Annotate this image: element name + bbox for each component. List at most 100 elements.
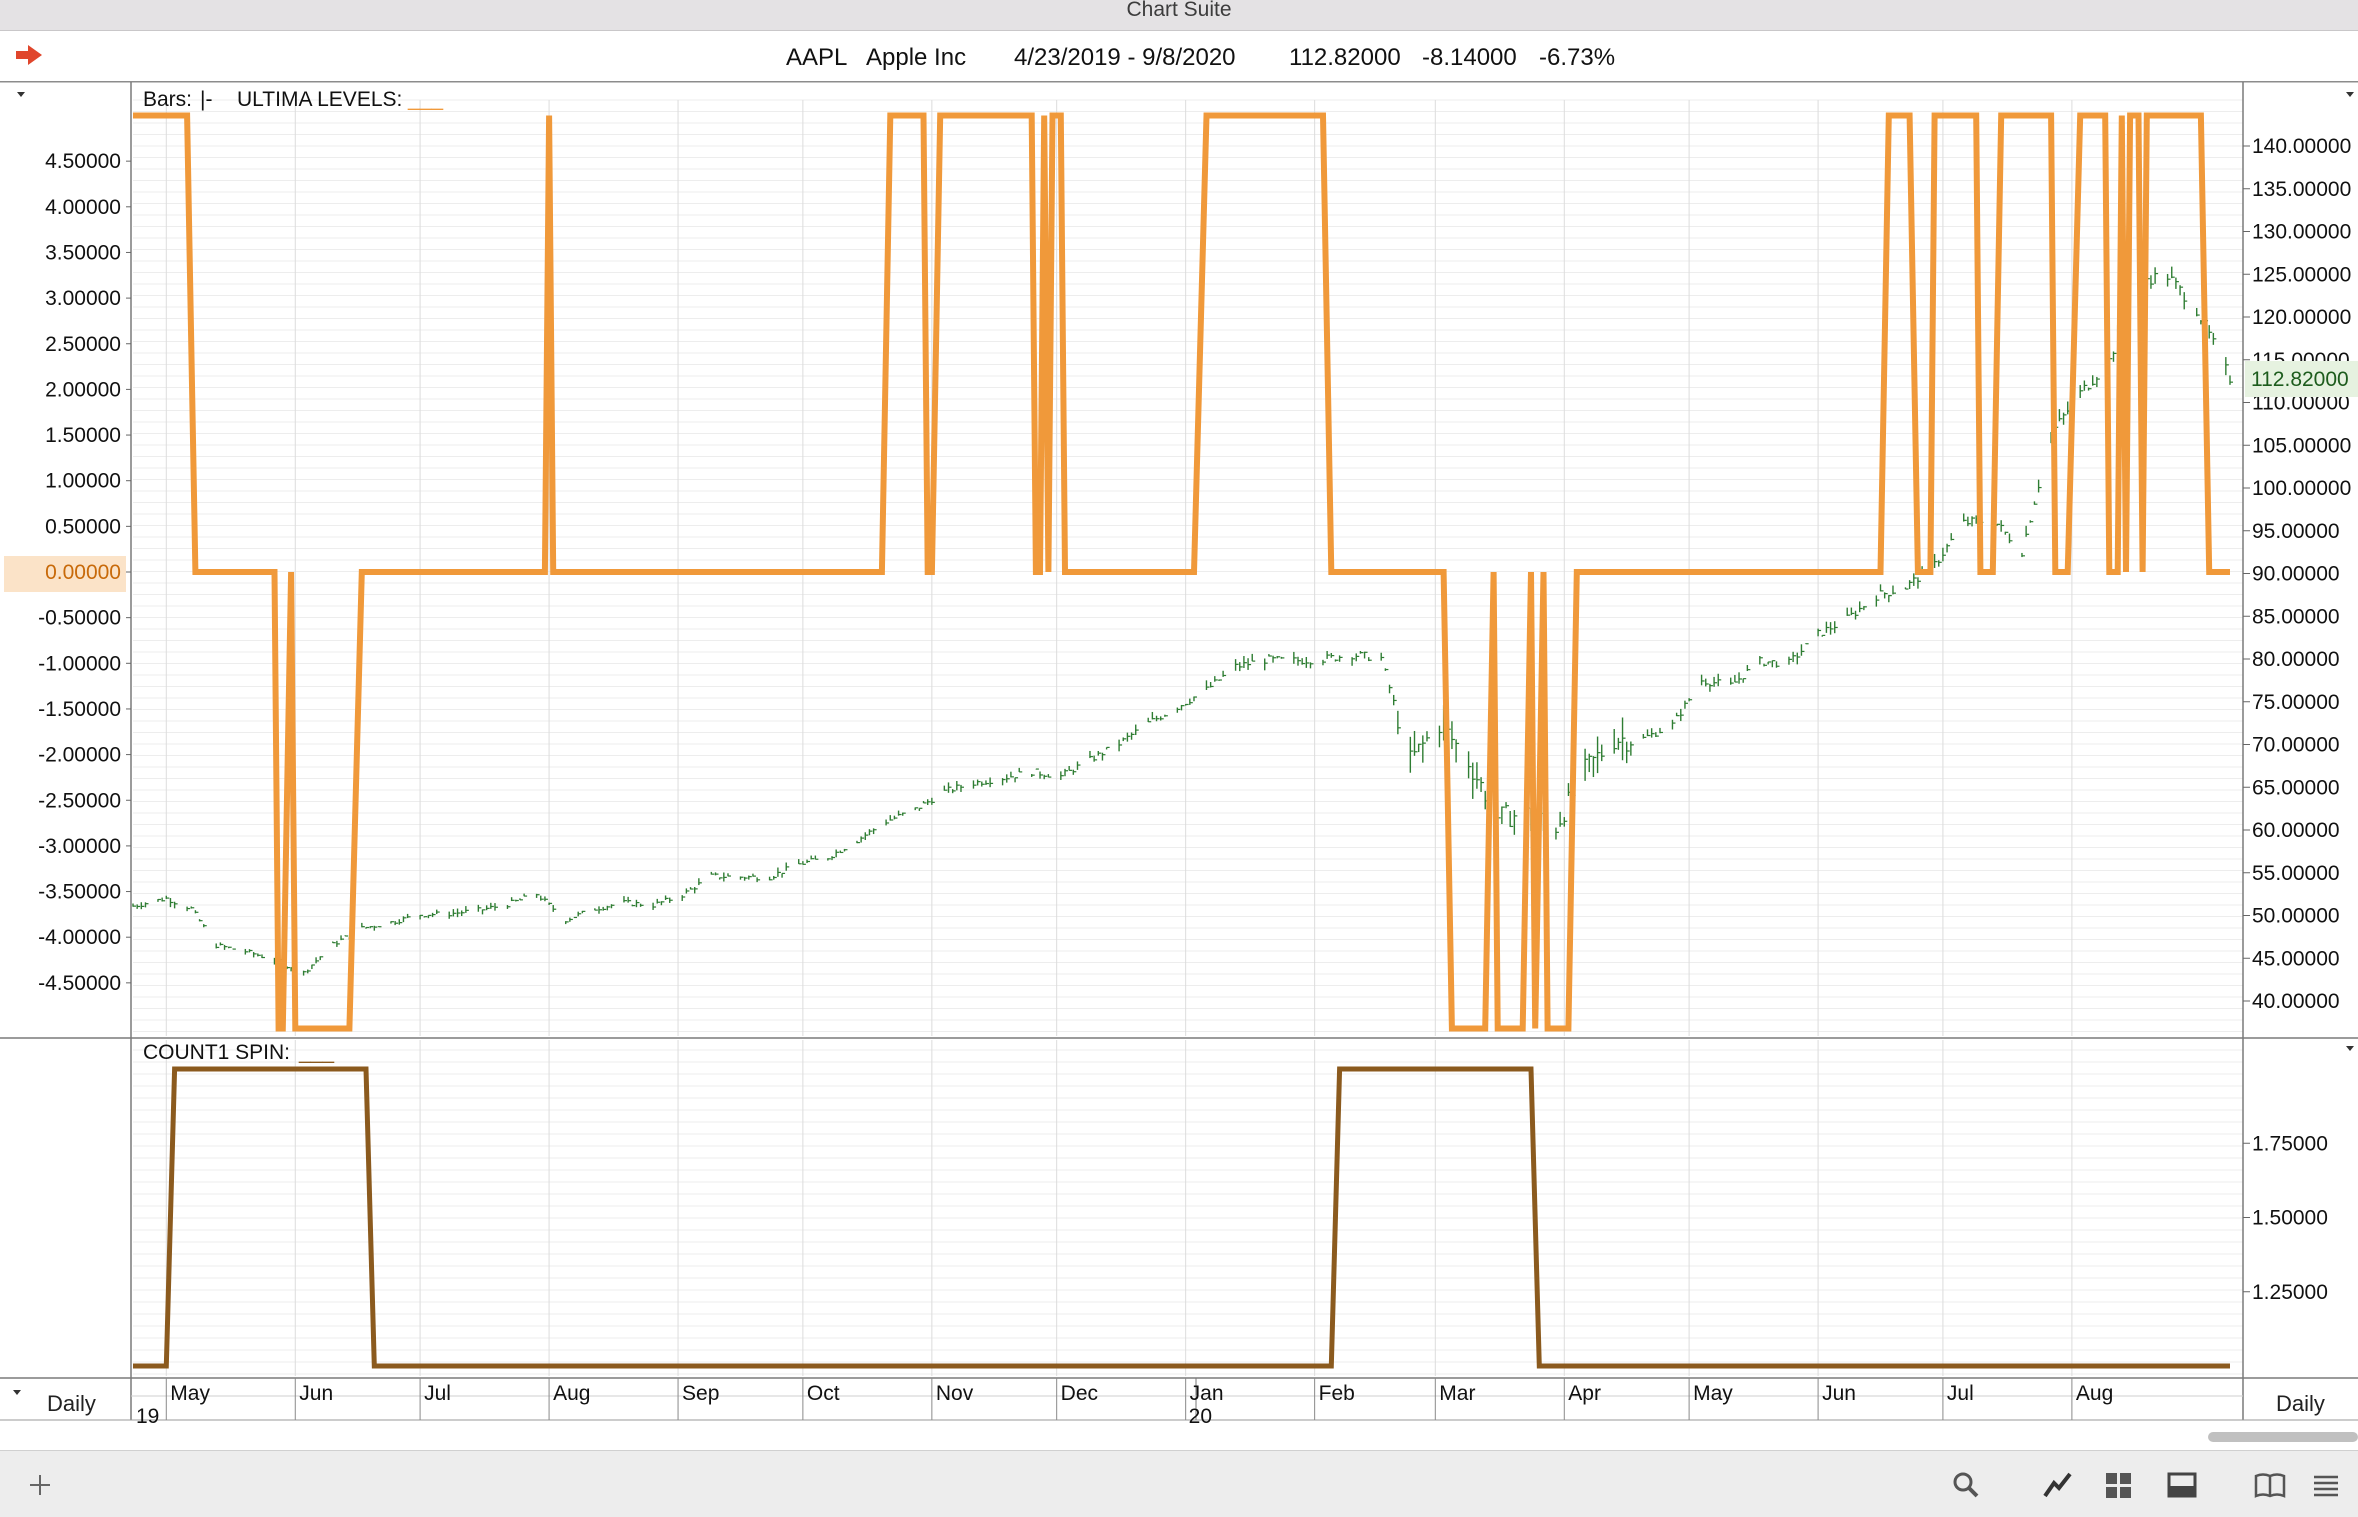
grid-icon[interactable] <box>2100 1467 2136 1503</box>
price-bar <box>2093 375 2096 385</box>
price-bar <box>1776 661 1779 667</box>
price-bar <box>1905 587 1908 589</box>
left-tick-label: 0.50000 <box>45 515 121 538</box>
price-bar <box>229 947 232 949</box>
price-bar <box>724 872 727 881</box>
price-bar <box>1602 745 1605 762</box>
price-bar <box>2151 275 2154 289</box>
price-bar <box>1385 668 1388 671</box>
price-bar <box>2230 375 2233 384</box>
right-tick-label: 95.00000 <box>2252 520 2340 543</box>
price-bar <box>250 949 253 952</box>
chevron-down-icon <box>2346 1046 2354 1051</box>
horizontal-scrollbar[interactable] <box>2208 1432 2358 1442</box>
plus-icon[interactable] <box>22 1467 58 1503</box>
lower-panel-grid <box>133 1050 2243 1374</box>
month-label: May <box>1693 1382 1733 1405</box>
price-bar <box>366 927 369 928</box>
timeframe-left[interactable]: Daily <box>47 1391 96 1416</box>
price-bar <box>2180 285 2183 295</box>
price-bar <box>1390 685 1393 694</box>
left-tick-label: 4.50000 <box>45 150 121 173</box>
price-bar <box>1876 595 1879 606</box>
price-bar <box>1177 708 1180 713</box>
price-bar <box>507 905 510 909</box>
price-bar <box>378 926 381 927</box>
chevron-down-icon <box>17 92 25 97</box>
price-bar <box>424 916 427 917</box>
price-bar <box>1851 608 1854 616</box>
price-bar <box>807 860 810 863</box>
timeframe-right[interactable]: Daily <box>2276 1391 2325 1416</box>
price-bar <box>170 898 173 907</box>
price-bar <box>2080 385 2083 398</box>
right-tick-label: 55.00000 <box>2252 862 2340 885</box>
price-bar <box>2034 501 2037 504</box>
price-bar <box>216 943 219 948</box>
price-bar <box>399 919 402 924</box>
price-bar <box>1885 592 1888 598</box>
left-tick-label: 1.50000 <box>45 424 121 447</box>
search-icon[interactable] <box>1948 1467 1984 1503</box>
price-bar <box>2213 333 2216 345</box>
lower-tick-label: 1.50000 <box>2252 1207 2328 1230</box>
price-bar <box>1831 622 1834 635</box>
price-bar <box>1910 580 1913 589</box>
price-bar <box>890 815 893 820</box>
price-bar <box>2064 413 2067 425</box>
month-label: Aug <box>553 1382 590 1405</box>
price-bar <box>262 954 265 958</box>
price-bar <box>2209 325 2212 338</box>
price-bar <box>1939 560 1942 566</box>
price-bar <box>1331 653 1334 658</box>
price-bar <box>512 897 515 901</box>
price-bar <box>757 877 760 882</box>
price-bar <box>786 863 789 871</box>
upper-panel-grid <box>133 100 2243 1032</box>
price-bar <box>1847 608 1850 616</box>
price-bar <box>611 904 614 908</box>
panel-icon[interactable] <box>2164 1467 2200 1503</box>
price-bar <box>957 781 960 790</box>
price-bar <box>2097 377 2100 387</box>
price-bar <box>928 799 931 805</box>
price-bar <box>1194 696 1197 701</box>
price-bar <box>541 896 544 901</box>
price-bar <box>1506 802 1509 808</box>
price-bar <box>861 836 864 842</box>
price-bar <box>815 856 818 860</box>
price-bar <box>187 907 190 912</box>
book-icon[interactable] <box>2252 1467 2288 1503</box>
line-tool-icon[interactable] <box>2040 1467 2076 1503</box>
price-bar <box>1835 621 1838 633</box>
price-bar <box>1718 674 1721 686</box>
year-label: 19 <box>136 1405 159 1428</box>
price-bar <box>478 905 481 912</box>
price-bar <box>1236 659 1239 671</box>
price-bar <box>1714 677 1717 687</box>
right-tick-label: 90.00000 <box>2252 563 2340 586</box>
price-bar <box>520 898 523 900</box>
menu-icon[interactable] <box>2308 1467 2344 1503</box>
price-bar <box>141 902 144 909</box>
price-bar <box>1219 680 1222 681</box>
price-bar <box>1190 699 1193 705</box>
last-price-marker-text: 112.82000 <box>2251 368 2349 391</box>
left-tick-label: -1.00000 <box>38 652 121 675</box>
price-bar <box>254 952 257 957</box>
price-bar <box>844 849 847 852</box>
right-tick-label: 65.00000 <box>2252 776 2340 799</box>
price-bar <box>1964 513 1967 521</box>
price-bar <box>1123 737 1126 741</box>
month-label: Apr <box>1568 1382 1601 1405</box>
price-bar <box>2226 357 2229 375</box>
right-tick-label: 70.00000 <box>2252 734 2340 757</box>
price-bar <box>1269 654 1272 656</box>
lower-tick-label: 1.75000 <box>2252 1132 2328 1155</box>
chart-area[interactable]: 4.500004.000003.500003.000002.500002.000… <box>0 0 2358 1450</box>
price-bar <box>1065 769 1068 776</box>
price-bar <box>1127 733 1130 742</box>
price-bar <box>191 906 194 908</box>
left-tick-label: -2.50000 <box>38 789 121 812</box>
month-label: Jul <box>1947 1382 1974 1405</box>
